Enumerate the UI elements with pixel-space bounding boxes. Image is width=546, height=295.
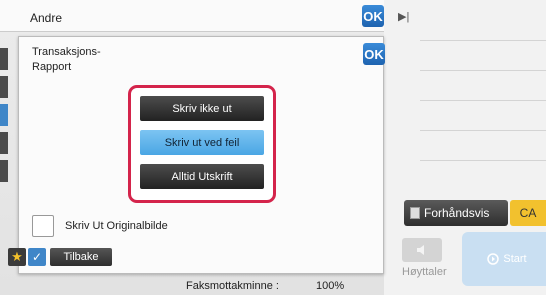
option-print-on-error[interactable]: Skriv ut ved feil [140,130,264,155]
back-button[interactable]: Tilbake [50,248,112,266]
background-row-divider [420,130,546,131]
play-icon[interactable]: ▶| [398,10,409,23]
dialog-ok-button[interactable]: OK [363,43,385,65]
background-edge-tab [0,104,8,126]
option-label: Skriv ut ved feil [164,136,240,149]
option-do-not-print[interactable]: Skriv ikke ut [140,96,264,121]
back-label: Tilbake [63,251,99,263]
checkbox-label: Skriv Ut Originalbilde [65,220,168,232]
background-edge-tab [0,76,8,98]
speaker-label: Høyttaler [402,266,447,278]
preview-label: Forhåndsvis [424,206,490,220]
background-edge-tab [0,160,8,182]
ca-label: CA [519,206,537,220]
background-row-divider [420,100,546,101]
fax-memory-label: Faksmottakminne : [186,280,279,292]
start-label: Start [503,253,527,265]
dialog-title: Transaksjons- Rapport [32,45,122,75]
background-row-divider [420,160,546,161]
star-icon[interactable]: ★ [8,248,26,266]
option-label: Alltid Utskrift [171,170,233,183]
transaction-report-dialog: Transaksjons- Rapport OK Skriv ikke ut S… [18,36,385,274]
background-row-divider [420,40,546,41]
screen: ▶| Forhåndsvis CA Høyttaler Start Andre … [0,0,546,295]
background-row-divider [420,70,546,71]
background-edge-tab [0,48,8,70]
ok-label: OK [363,8,383,24]
dialog-title-line-2: Rapport [32,61,72,73]
fax-memory-value: 100% [316,280,345,292]
start-icon [487,253,500,265]
dialog-title-line-1: Transaksjons- [32,46,101,58]
footer-bar: ★ ✓ Tilbake [8,248,112,266]
option-label: Skriv ikke ut [172,102,232,115]
background-edge-tab [0,132,8,154]
ok-label: OK [364,46,384,62]
document-icon [410,207,420,219]
header-bar: Andre OK [0,0,384,32]
print-original-image-checkbox[interactable] [32,215,54,237]
speaker-icon [417,245,424,255]
header-ok-button[interactable]: OK [362,5,384,27]
speaker-button[interactable] [402,238,442,262]
start-button[interactable]: Start [462,232,546,286]
page-title: Andre [30,11,63,25]
ca-button[interactable]: CA [510,200,546,226]
checkmark-icon[interactable]: ✓ [28,248,46,266]
report-option-group: Skriv ikke ut Skriv ut ved feil Alltid U… [128,85,276,203]
preview-button[interactable]: Forhåndsvis [404,200,508,226]
option-always-print[interactable]: Alltid Utskrift [140,164,264,189]
